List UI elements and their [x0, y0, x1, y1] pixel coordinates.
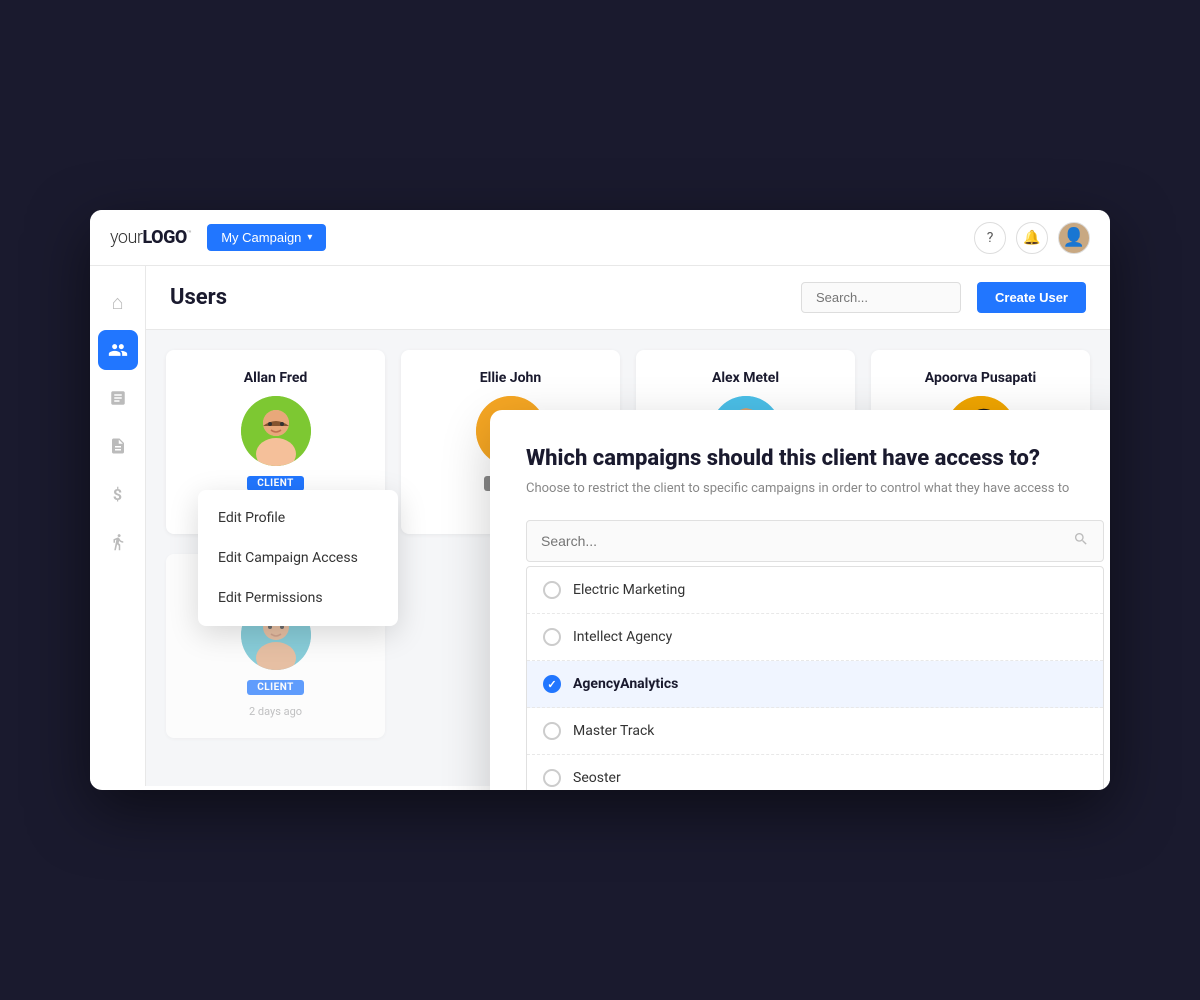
user-name-1: Ellie John	[480, 370, 541, 386]
content-header: Users Create User	[146, 266, 1110, 330]
create-user-button[interactable]: Create User	[977, 282, 1086, 313]
modal-search-box	[526, 520, 1104, 562]
search-input[interactable]	[801, 282, 961, 313]
user-name-3: Apoorva Pusapati	[925, 370, 1036, 386]
navbar-icons: ? 🔔 👤	[974, 222, 1090, 254]
context-edit-campaign-access[interactable]: Edit Campaign Access	[198, 538, 398, 578]
context-edit-permissions[interactable]: Edit Permissions	[198, 578, 398, 618]
sidebar-item-home[interactable]: ⌂	[98, 282, 138, 322]
sidebar: ⌂ $	[90, 266, 146, 786]
activity-icon	[109, 533, 127, 551]
campaign-radio-2	[543, 675, 561, 693]
campaign-item-4[interactable]: Seoster	[527, 755, 1103, 790]
modal-subtitle: Choose to restrict the client to specifi…	[526, 481, 1104, 496]
sidebar-item-users[interactable]	[98, 330, 138, 370]
user-name-0: Allan Fred	[244, 370, 308, 386]
campaign-item-1[interactable]: Intellect Agency	[527, 614, 1103, 661]
campaign-name-0: Electric Marketing	[573, 582, 685, 598]
sidebar-item-activity[interactable]	[98, 522, 138, 562]
sidebar-item-billing[interactable]: $	[98, 474, 138, 514]
campaign-radio-4	[543, 769, 561, 787]
user-avatar-nav[interactable]: 👤	[1058, 222, 1090, 254]
documents-icon	[109, 437, 127, 455]
user-badge-0: CLIENT	[247, 476, 304, 491]
modal-title: Which campaigns should this client have …	[526, 446, 1104, 471]
campaign-item-0[interactable]: Electric Marketing	[527, 567, 1103, 614]
campaign-radio-0	[543, 581, 561, 599]
campaign-radio-1	[543, 628, 561, 646]
reports-icon	[109, 389, 127, 407]
user-name-2: Alex Metel	[712, 370, 779, 386]
campaign-selector[interactable]: My Campaign	[207, 224, 326, 251]
campaign-list: Electric Marketing Intellect Agency Agen…	[526, 566, 1104, 790]
sidebar-item-documents[interactable]	[98, 426, 138, 466]
campaign-item-3[interactable]: Master Track	[527, 708, 1103, 755]
campaign-name-1: Intellect Agency	[573, 629, 672, 645]
campaign-name-4: Seoster	[573, 770, 621, 786]
campaign-item-2[interactable]: AgencyAnalytics	[527, 661, 1103, 708]
user-badge-row2-0: CLIENT	[247, 680, 304, 695]
modal-search-input[interactable]	[541, 533, 1073, 549]
navbar: yourLOGO™ My Campaign ? 🔔 👤	[90, 210, 1110, 266]
campaign-access-modal: Which campaigns should this client have …	[490, 410, 1110, 790]
user-time-row2-0: 2 days ago	[249, 705, 302, 718]
context-menu: Edit Profile Edit Campaign Access Edit P…	[198, 490, 398, 626]
context-edit-profile[interactable]: Edit Profile	[198, 498, 398, 538]
campaign-radio-3	[543, 722, 561, 740]
logo: yourLOGO™	[110, 227, 191, 248]
campaign-name-2: AgencyAnalytics	[573, 676, 678, 692]
users-icon	[108, 340, 128, 360]
bell-icon[interactable]: 🔔	[1016, 222, 1048, 254]
page-title: Users	[170, 285, 785, 310]
help-icon[interactable]: ?	[974, 222, 1006, 254]
sidebar-item-reports[interactable]	[98, 378, 138, 418]
search-icon	[1073, 531, 1089, 551]
user-avatar-0	[241, 396, 311, 466]
campaign-name-3: Master Track	[573, 723, 654, 739]
